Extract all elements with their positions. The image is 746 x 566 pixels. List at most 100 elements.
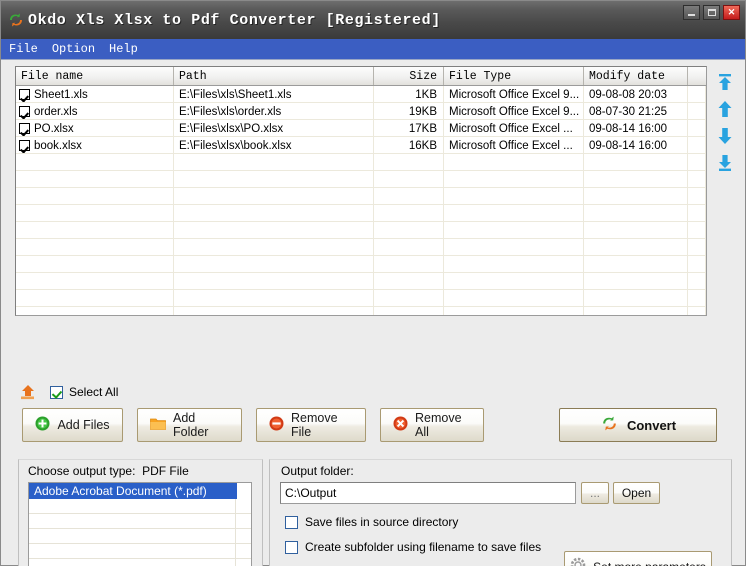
table-row[interactable]: Sheet1.xlsE:\Files\xls\Sheet1.xls1KBMicr… <box>16 86 706 103</box>
cell-empty <box>174 171 374 187</box>
list-column-separator <box>235 529 236 543</box>
output-type-option-empty[interactable] <box>29 499 251 514</box>
cell-empty <box>688 290 706 306</box>
cell-empty <box>688 205 706 221</box>
cell-empty <box>16 273 174 289</box>
table-row-empty[interactable] <box>16 171 706 188</box>
cell-empty <box>174 256 374 272</box>
cell-empty <box>174 307 374 316</box>
cell-empty <box>444 256 584 272</box>
move-down-icon[interactable] <box>715 126 735 146</box>
cell-empty <box>584 154 688 170</box>
output-type-caption: Choose output type: <box>28 464 135 478</box>
move-to-bottom-icon[interactable] <box>715 153 735 173</box>
column-header-file-type[interactable]: File Type <box>444 67 584 85</box>
select-all-label: Select All <box>69 385 118 399</box>
output-type-label: Choose output type: PDF File <box>28 464 189 478</box>
table-row-empty[interactable] <box>16 307 706 316</box>
move-up-icon[interactable] <box>715 99 735 119</box>
table-row-empty[interactable] <box>16 222 706 239</box>
cell-file-type: Microsoft Office Excel 9... <box>444 103 584 119</box>
window-title: Okdo Xls Xlsx to Pdf Converter [Register… <box>28 12 441 29</box>
output-type-option-empty[interactable] <box>29 559 251 566</box>
cell-empty <box>16 256 174 272</box>
row-checkbox[interactable] <box>19 89 30 100</box>
create-subfolder-row[interactable]: Create subfolder using filename to save … <box>285 540 541 554</box>
minimize-button[interactable] <box>683 5 700 20</box>
list-column-separator <box>235 559 236 566</box>
row-checkbox[interactable] <box>19 106 30 117</box>
close-button[interactable]: ✕ <box>723 5 740 20</box>
column-header-extra[interactable] <box>688 67 706 85</box>
move-to-top-icon[interactable] <box>715 72 735 92</box>
cell-file-type: Microsoft Office Excel 9... <box>444 86 584 102</box>
cell-empty <box>444 239 584 255</box>
save-in-source-row[interactable]: Save files in source directory <box>285 515 458 529</box>
cell-modify-date: 09-08-08 20:03 <box>584 86 688 102</box>
cell-file-name: order.xls <box>16 103 174 119</box>
menu-item-help[interactable]: Help <box>109 41 145 58</box>
cell-empty <box>584 222 688 238</box>
output-type-option-empty[interactable] <box>29 544 251 559</box>
table-row-empty[interactable] <box>16 256 706 273</box>
table-row-empty[interactable] <box>16 154 706 171</box>
list-column-separator <box>235 499 236 513</box>
cell-empty <box>584 307 688 316</box>
add-folder-button[interactable]: Add Folder <box>137 408 242 442</box>
add-files-button[interactable]: Add Files <box>22 408 123 442</box>
app-swirl-icon <box>7 11 25 29</box>
cell-empty <box>174 290 374 306</box>
plus-circle-icon <box>35 416 50 434</box>
column-header-modify-date[interactable]: Modify date <box>584 67 688 85</box>
cell-file-name: Sheet1.xls <box>16 86 174 102</box>
remove-file-button[interactable]: Remove File <box>256 408 366 442</box>
column-header-file-name[interactable]: File name <box>16 67 174 85</box>
maximize-button[interactable] <box>703 5 720 20</box>
create-subfolder-checkbox[interactable] <box>285 541 298 554</box>
cell-modify-date: 09-08-14 16:00 <box>584 120 688 136</box>
cell-empty <box>444 188 584 204</box>
cell-empty <box>444 290 584 306</box>
column-header-path[interactable]: Path <box>174 67 374 85</box>
column-header-size[interactable]: Size <box>374 67 444 85</box>
output-type-option-empty[interactable] <box>29 529 251 544</box>
table-row-empty[interactable] <box>16 290 706 307</box>
row-checkbox[interactable] <box>19 140 30 151</box>
cell-empty <box>16 205 174 221</box>
menu-item-file[interactable]: File <box>9 41 45 58</box>
cell-empty <box>584 290 688 306</box>
output-type-list[interactable]: Adobe Acrobat Document (*.pdf) <box>28 482 252 566</box>
cell-path: E:\Files\xlsx\book.xlsx <box>174 137 374 153</box>
convert-label: Convert <box>627 418 676 433</box>
remove-all-button[interactable]: Remove All <box>380 408 484 442</box>
cell-file-name: book.xlsx <box>16 137 174 153</box>
output-type-value: PDF File <box>142 464 189 478</box>
remove-all-label: Remove All <box>415 411 471 439</box>
set-more-parameters-button[interactable]: Set more parameters <box>564 551 712 566</box>
convert-button[interactable]: Convert <box>559 408 717 442</box>
file-list-table[interactable]: File name Path Size File Type Modify dat… <box>15 66 707 316</box>
main-content: File name Path Size File Type Modify dat… <box>1 60 745 565</box>
table-row[interactable]: book.xlsxE:\Files\xlsx\book.xlsx16KBMicr… <box>16 137 706 154</box>
menu-item-option[interactable]: Option <box>52 41 102 58</box>
cell-empty <box>374 256 444 272</box>
upload-arrow-icon[interactable] <box>19 383 41 401</box>
table-row-empty[interactable] <box>16 239 706 256</box>
table-row[interactable]: PO.xlsxE:\Files\xlsx\PO.xlsx17KBMicrosof… <box>16 120 706 137</box>
open-folder-button[interactable]: Open <box>613 482 660 504</box>
select-all-row: Select All <box>19 382 118 402</box>
select-all-checkbox[interactable] <box>50 386 63 399</box>
table-row-empty[interactable] <box>16 188 706 205</box>
cell-extra <box>688 137 706 153</box>
save-in-source-checkbox[interactable] <box>285 516 298 529</box>
output-type-option[interactable]: Adobe Acrobat Document (*.pdf) <box>29 483 237 499</box>
output-folder-input[interactable]: C:\Output <box>280 482 576 504</box>
cell-file-name-text: order.xls <box>34 106 77 118</box>
cell-file-name-text: book.xlsx <box>34 140 82 152</box>
table-row-empty[interactable] <box>16 273 706 290</box>
row-checkbox[interactable] <box>19 123 30 134</box>
output-type-option-empty[interactable] <box>29 514 251 529</box>
browse-folder-button[interactable]: ... <box>581 482 609 504</box>
table-row-empty[interactable] <box>16 205 706 222</box>
table-row[interactable]: order.xlsE:\Files\xls\order.xls19KBMicro… <box>16 103 706 120</box>
